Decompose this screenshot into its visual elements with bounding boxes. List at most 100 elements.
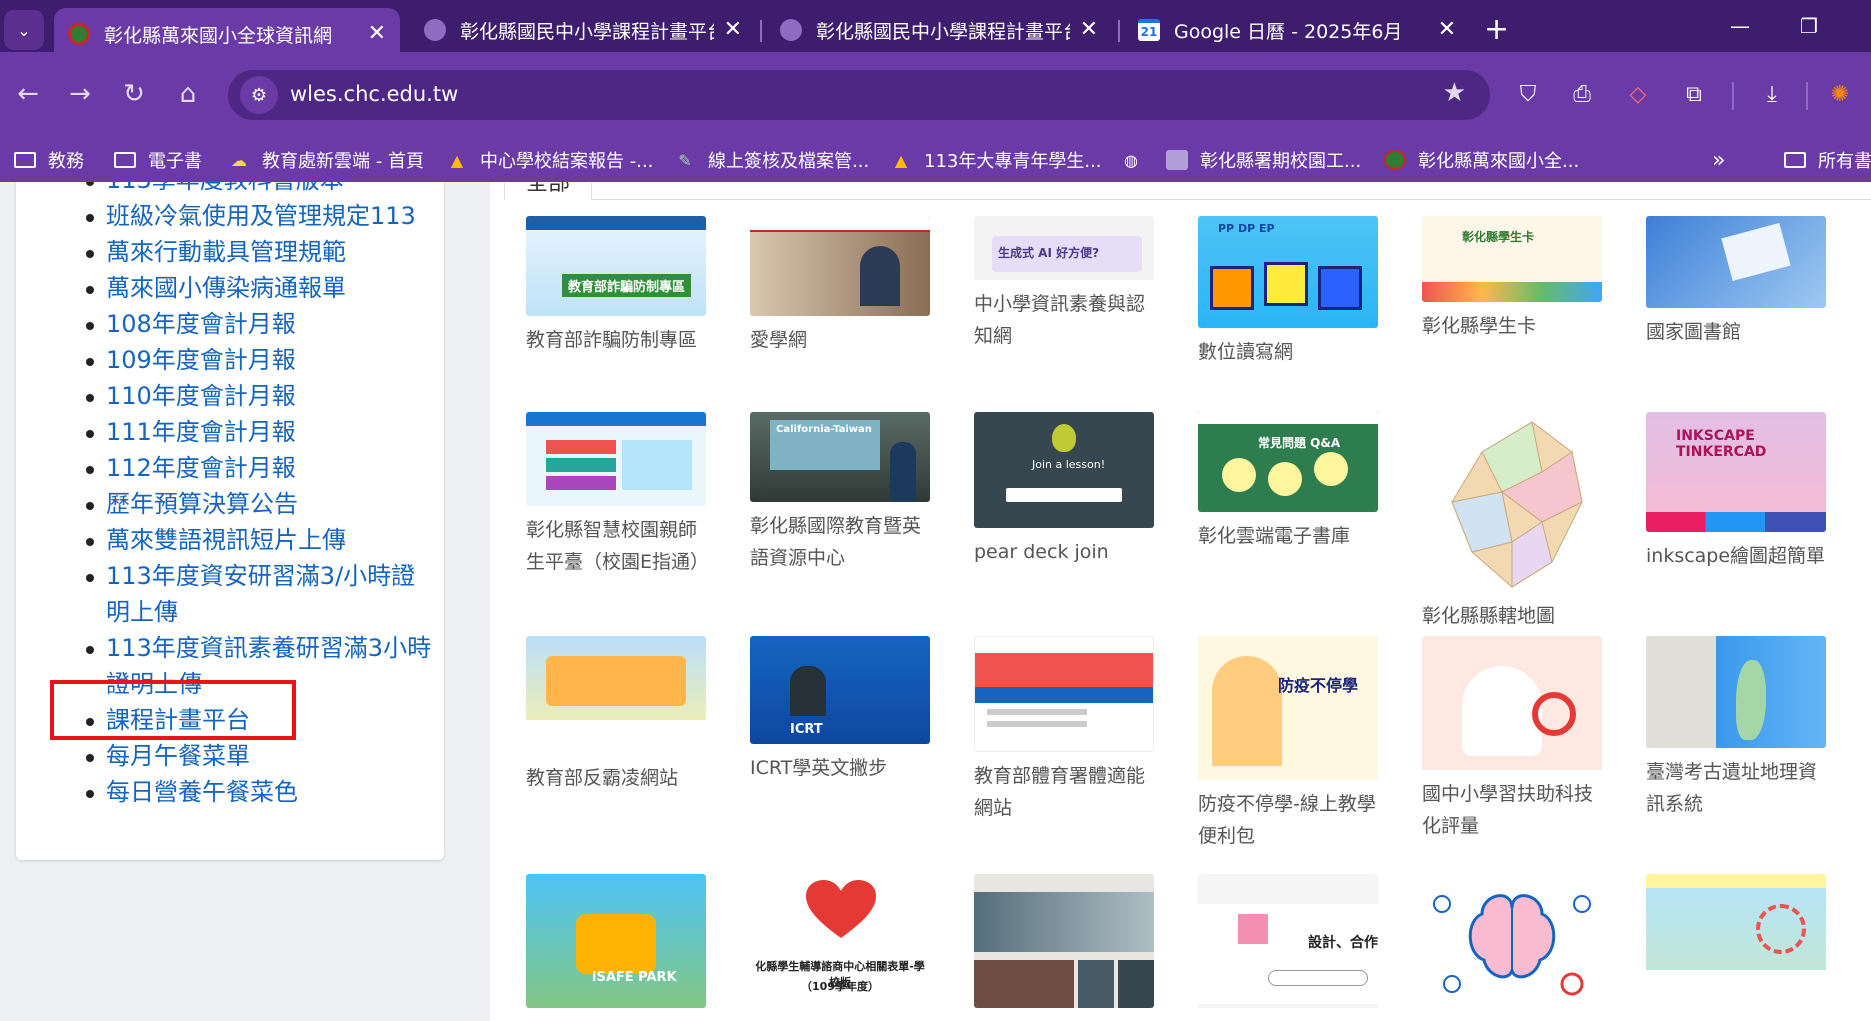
minimize-button[interactable]: — <box>1730 14 1750 38</box>
sidebar-link[interactable]: 112年度會計月報 <box>86 450 436 486</box>
sidebar-link[interactable]: 班級冷氣使用及管理規定113 <box>86 198 436 234</box>
bookmark-online-sign[interactable]: ✎ 線上簽核及檔案管... <box>674 146 869 174</box>
new-tab-button[interactable]: + <box>1484 12 1509 48</box>
tile-caption: 防疫不停學-線上教學便利包 <box>1198 793 1376 847</box>
tile-caption: 教育部體育署體適能網站 <box>974 765 1146 819</box>
red-extension-icon[interactable]: ◇ <box>1618 74 1658 114</box>
home-button[interactable]: ⌂ <box>166 72 210 116</box>
sidebar-link[interactable]: 113學年度教科書版本 <box>86 182 436 198</box>
arrow-right-icon: → <box>69 79 91 109</box>
shield-extension-icon[interactable]: ⛉ <box>1508 74 1548 114</box>
tab-divider <box>760 20 762 42</box>
tile-thumbnail: 常見問題 Q&A <box>1198 412 1378 512</box>
resource-tile[interactable]: 國家圖書館 <box>1646 216 1826 348</box>
tile-caption: 臺灣考古遺址地理資訊系統 <box>1646 761 1818 815</box>
sidebar-link[interactable]: 萬來國小傳染病通報單 <box>86 270 436 306</box>
tile-thumbnail: ICRT <box>750 636 930 744</box>
tile-caption: 教育部詐騙防制專區 <box>526 329 698 351</box>
puzzle-extensions-icon[interactable]: ⧉ <box>1674 74 1714 114</box>
county-map-icon <box>1451 421 1583 588</box>
close-icon[interactable]: ✕ <box>368 23 386 45</box>
resource-tile[interactable]: 愛學網 <box>750 216 930 356</box>
resource-tile[interactable]: 化縣學生輔導諮商中心相關表單-學校版 （109學年度） <box>750 874 930 1008</box>
tile-thumbnail <box>750 216 930 316</box>
sidebar-link[interactable]: 萬來雙語視訊短片上傳 <box>86 522 436 558</box>
folder-icon <box>114 150 136 170</box>
sidebar-link[interactable]: 109年度會計月報 <box>86 342 436 378</box>
google-drive-icon: ▲ <box>450 150 464 170</box>
tile-thumbnail <box>1422 874 1602 1008</box>
address-bar[interactable]: ⚙ wles.chc.edu.tw ★ <box>228 70 1490 120</box>
site-settings-icon[interactable]: ⚙ <box>240 76 278 114</box>
browser-toolbar: ← → ↻ ⌂ ⚙ wles.chc.edu.tw ★ ⛉ ⎙ ◇ ⧉ ⤓ ✺ <box>0 52 1871 136</box>
resource-tile[interactable]: PP DP EP 數位讀寫網 <box>1198 216 1378 368</box>
tab-curriculum-platform-2[interactable]: 彰化縣國民中小學課程計畫平台 ✕ <box>766 8 1112 52</box>
back-button[interactable]: ← <box>6 72 50 116</box>
bookmark-edu-cloud[interactable]: ☁ 教育處新雲端 - 首頁 <box>228 146 424 174</box>
resource-tile[interactable]: 常見問題 Q&A 彰化雲端電子書庫 <box>1198 412 1378 552</box>
resource-tile[interactable]: 教育部詐騙防制專區 教育部詐騙防制專區 <box>526 216 706 356</box>
resource-tile[interactable]: ICRT ICRT學英文撇步 <box>750 636 930 784</box>
tab-google-calendar[interactable]: 21 Google 日曆 - 2025年6月 ✕ <box>1124 8 1470 52</box>
resource-tile[interactable]: California-Taiwan 彰化縣國際教育暨英語資源中心 <box>750 412 930 574</box>
toolbar-divider <box>1806 82 1808 110</box>
resource-tile[interactable]: 彰化縣智慧校園親師生平臺（校園E指通） <box>526 412 709 578</box>
resource-tile[interactable]: 教育部反霸凌網站 <box>526 636 706 794</box>
resource-tile[interactable] <box>1422 874 1602 1008</box>
resource-tile[interactable]: 防疫不停學 防疫不停學-線上教學便利包 <box>1198 636 1378 852</box>
google-drive-icon: ▲ <box>894 150 908 170</box>
resource-tile[interactable]: Join a lesson! pear deck join <box>974 412 1154 568</box>
printer-extension-icon[interactable]: ⎙ <box>1562 74 1602 114</box>
tile-thumbnail: Join a lesson! <box>974 412 1154 528</box>
bookmark-center-report[interactable]: ▲ 中心學校結案報告 -... <box>446 146 654 174</box>
tab-title: 彰化縣國民中小學課程計畫平台 <box>816 20 1070 43</box>
sidebar-link[interactable]: 108年度會計月報 <box>86 306 436 342</box>
bookmark-summer-campus[interactable]: 彰化縣署期校園工... <box>1166 146 1361 174</box>
tab-title: 彰化縣萬來國小全球資訊網 <box>104 24 333 47</box>
bookmark-school-site[interactable]: 彰化縣萬來國小全... <box>1384 146 1579 174</box>
tab-curriculum-platform-1[interactable]: 彰化縣國民中小學課程計畫平台 ✕ <box>410 8 756 52</box>
profile-avatar-icon[interactable]: ✺ <box>1820 74 1860 114</box>
resource-tile[interactable]: iSAFE PARK <box>526 874 706 1008</box>
close-icon[interactable]: ✕ <box>1438 19 1456 41</box>
resource-tile[interactable]: 彰化縣縣轄地圖 <box>1422 412 1602 632</box>
bookmark-folder-all[interactable]: 所有書 <box>1784 146 1871 174</box>
reload-button[interactable]: ↻ <box>112 72 156 116</box>
bookmark-youth-students[interactable]: ▲ 113年大專青年學生... <box>890 146 1102 174</box>
tab-all[interactable]: 全部 <box>504 182 592 200</box>
bookmark-folder-jiaowu[interactable]: 教務 <box>14 146 84 174</box>
resource-tile[interactable]: 國中小學習扶助科技化評量 <box>1422 636 1602 842</box>
tile-caption: 彰化縣國際教育暨英語資源中心 <box>750 515 922 569</box>
restore-button[interactable]: ❐ <box>1800 14 1818 38</box>
purple-logo-icon <box>1166 150 1188 170</box>
tile-thumbnail <box>974 636 1154 752</box>
resource-tile[interactable] <box>974 874 1154 1008</box>
forward-button[interactable]: → <box>58 72 102 116</box>
resource-tile[interactable]: INKSCAPE TINKERCAD inkscape繪圖超簡單 <box>1646 412 1826 572</box>
resource-tile[interactable]: 教育部體育署體適能網站 <box>974 636 1154 824</box>
download-icon[interactable]: ⤓ <box>1752 74 1792 114</box>
tile-caption: 國家圖書館 <box>1646 321 1742 343</box>
sidebar-link[interactable]: 113年度資安研習滿3/小時證明上傳 <box>86 558 436 630</box>
sidebar-link[interactable]: 110年度會計月報 <box>86 378 436 414</box>
resource-tile[interactable] <box>1646 874 1826 1008</box>
home-icon: ⌂ <box>179 79 197 109</box>
tab-search-button[interactable]: ⌄ <box>4 10 44 50</box>
resource-tile[interactable]: 生成式 AI 好方便? 中小學資訊素養與認知網 <box>974 216 1154 352</box>
sidebar-link[interactable]: 每日營養午餐菜色 <box>86 774 436 810</box>
bookmarks-overflow-button[interactable]: » <box>1712 146 1725 174</box>
sidebar-link[interactable]: 歷年預算決算公告 <box>86 486 436 522</box>
sidebar-link[interactable]: 萬來行動載具管理規範 <box>86 234 436 270</box>
resource-tile[interactable]: 彰化縣學生卡 彰化縣學生卡 <box>1422 216 1602 342</box>
sidebar-link[interactable]: 111年度會計月報 <box>86 414 436 450</box>
sidebar-link[interactable]: 每月午餐菜單 <box>86 738 436 774</box>
close-icon[interactable]: ✕ <box>724 19 742 41</box>
bookmark-star-icon[interactable]: ★ <box>1443 78 1466 108</box>
resource-tile[interactable]: 設計、合作 <box>1198 874 1378 1008</box>
close-icon[interactable]: ✕ <box>1080 19 1098 41</box>
bookmark-globe[interactable]: ◍ <box>1120 146 1154 174</box>
url-text[interactable]: wles.chc.edu.tw <box>290 82 458 106</box>
resource-tile[interactable]: 臺灣考古遺址地理資訊系統 <box>1646 636 1826 820</box>
bookmark-folder-ebook[interactable]: 電子書 <box>114 146 202 174</box>
reload-icon: ↻ <box>123 79 145 109</box>
